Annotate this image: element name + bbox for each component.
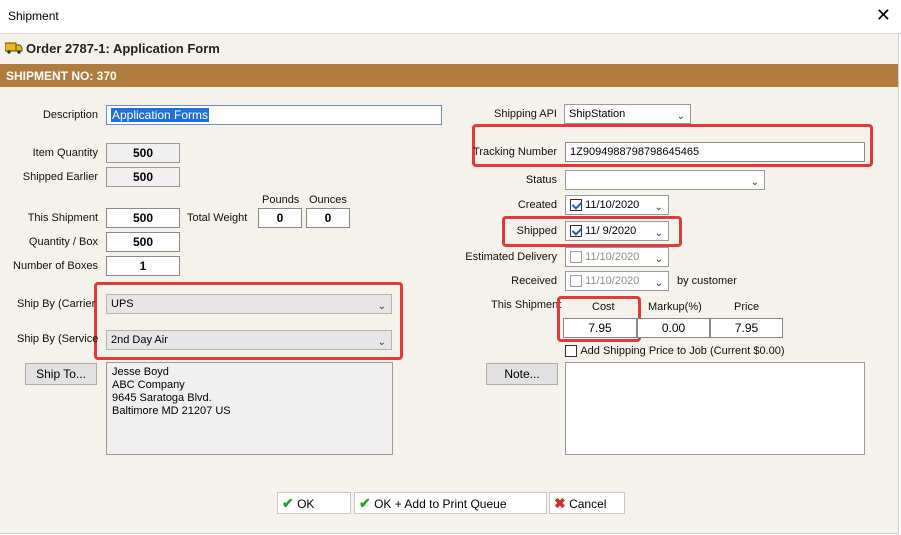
- item-quantity-value: 500: [106, 143, 180, 163]
- truck-icon: [5, 42, 23, 54]
- price-input[interactable]: 7.95: [710, 318, 783, 338]
- received-checkbox[interactable]: [570, 275, 582, 288]
- markup-header: Markup(%): [648, 301, 702, 313]
- chevron-down-icon: ⌄: [654, 254, 663, 265]
- ship-to-address: Jesse Boyd ABC Company 9645 Saratoga Blv…: [106, 362, 393, 455]
- service-label: Ship By (Service: [17, 333, 99, 345]
- ok-label: OK: [297, 497, 315, 511]
- pounds-label: Pounds: [262, 194, 300, 206]
- pounds-input[interactable]: 0: [258, 208, 302, 228]
- shipping-api-select[interactable]: ShipStation ⌄: [564, 104, 691, 124]
- add-shipping-row: Add Shipping Price to Job (Current $0.00…: [565, 343, 785, 357]
- status-label: Status: [525, 174, 557, 186]
- check-icon: ✔: [359, 495, 371, 511]
- ounces-label: Ounces: [309, 194, 347, 206]
- shipped-earlier-value: 500: [106, 167, 180, 187]
- carrier-label: Ship By (Carrier: [17, 298, 96, 310]
- quantity-box-label: Quantity / Box: [28, 236, 98, 248]
- window-title: Shipment: [8, 9, 59, 23]
- tracking-number-input[interactable]: 1Z9094988798798645465: [565, 142, 865, 162]
- cancel-button[interactable]: ✖ Cancel: [549, 492, 625, 514]
- chevron-down-icon: ⌄: [654, 278, 663, 289]
- ok-print-label: OK + Add to Print Queue: [374, 497, 507, 511]
- add-shipping-label: Add Shipping Price to Job (Current $0.00…: [580, 344, 785, 357]
- carrier-value: UPS: [111, 298, 134, 310]
- by-customer-label: by customer: [677, 275, 737, 287]
- chevron-down-icon: ⌄: [377, 337, 386, 348]
- estimated-delivery-label: Estimated Delivery: [465, 251, 557, 263]
- note-button[interactable]: Note...: [486, 363, 558, 385]
- number-of-boxes-label: Number of Boxes: [13, 260, 98, 272]
- window-titlebar: Shipment ✕: [0, 0, 901, 34]
- markup-input[interactable]: 0.00: [637, 318, 710, 338]
- ship-to-button[interactable]: Ship To...: [25, 363, 97, 385]
- order-title: Order 2787-1: Application Form: [26, 41, 220, 56]
- status-select[interactable]: ⌄: [565, 170, 765, 190]
- shipped-date: 11/ 9/2020: [585, 225, 637, 237]
- cancel-label: Cancel: [569, 497, 607, 511]
- chevron-down-icon: ⌄: [654, 228, 663, 239]
- item-quantity-label: Item Quantity: [32, 147, 98, 159]
- chevron-down-icon: ⌄: [377, 301, 386, 312]
- created-checkbox[interactable]: [570, 199, 582, 212]
- estimated-delivery-checkbox[interactable]: [570, 251, 582, 264]
- address-line: Baltimore MD 21207 US: [112, 405, 231, 417]
- this-shipment-cost-label: This Shipment: [491, 299, 562, 311]
- description-input[interactable]: Application Forms: [106, 105, 442, 125]
- shipped-date-picker[interactable]: 11/ 9/2020 ⌄: [565, 221, 669, 241]
- close-icon[interactable]: ✕: [876, 6, 891, 24]
- shipping-api-label: Shipping API: [494, 108, 557, 120]
- created-date: 11/10/2020: [585, 199, 640, 211]
- total-weight-label: Total Weight: [187, 212, 248, 224]
- description-value: Application Forms: [111, 108, 210, 122]
- price-header: Price: [734, 301, 760, 313]
- carrier-select[interactable]: UPS ⌄: [106, 294, 392, 314]
- chevron-down-icon: ⌄: [654, 202, 663, 213]
- chevron-down-icon: ⌄: [750, 177, 759, 188]
- this-shipment-input[interactable]: 500: [106, 208, 180, 228]
- shipping-api-value: ShipStation: [569, 108, 626, 120]
- ok-button[interactable]: ✔ OK: [277, 492, 351, 514]
- address-line: Jesse Boyd: [112, 366, 169, 378]
- check-icon: ✔: [282, 495, 294, 511]
- address-line: ABC Company: [112, 379, 185, 391]
- received-date: 11/10/2020: [585, 275, 640, 287]
- estimated-delivery-picker[interactable]: 11/10/2020 ⌄: [565, 247, 669, 267]
- cost-input[interactable]: 7.95: [563, 318, 637, 338]
- shipped-earlier-label: Shipped Earlier: [22, 171, 98, 183]
- note-textarea[interactable]: [565, 362, 865, 455]
- shipped-label: Shipped: [516, 225, 557, 237]
- service-value: 2nd Day Air: [111, 334, 168, 346]
- shipped-checkbox[interactable]: [570, 225, 582, 238]
- shipment-number: SHIPMENT NO: 370: [6, 69, 117, 83]
- close-icon: ✖: [554, 495, 566, 511]
- ounces-input[interactable]: 0: [306, 208, 350, 228]
- estimated-delivery-date: 11/10/2020: [585, 251, 640, 263]
- description-label: Description: [42, 109, 98, 121]
- shipment-banner: SHIPMENT NO: 370: [0, 64, 898, 87]
- received-date-picker[interactable]: 11/10/2020 ⌄: [565, 271, 669, 291]
- ok-print-queue-button[interactable]: ✔ OK + Add to Print Queue: [354, 492, 547, 514]
- received-label: Received: [511, 275, 557, 287]
- service-select[interactable]: 2nd Day Air ⌄: [106, 330, 392, 350]
- quantity-box-input[interactable]: 500: [106, 232, 180, 252]
- created-label: Created: [517, 199, 557, 211]
- tracking-number-label: Tracking Number: [473, 146, 557, 158]
- number-of-boxes-input[interactable]: 1: [106, 256, 180, 276]
- created-date-picker[interactable]: 11/10/2020 ⌄: [565, 195, 669, 215]
- this-shipment-label: This Shipment: [27, 212, 98, 224]
- add-shipping-checkbox[interactable]: [565, 344, 577, 357]
- address-line: 9645 Saratoga Blvd.: [112, 392, 212, 404]
